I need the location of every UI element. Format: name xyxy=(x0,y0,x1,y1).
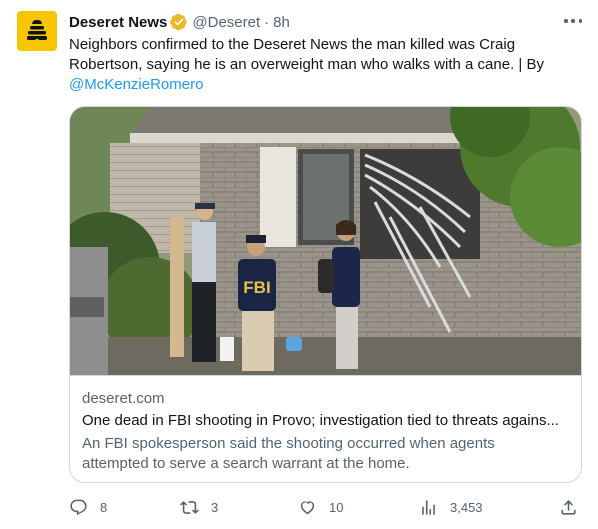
author-handle[interactable]: @Deseret xyxy=(192,14,260,31)
tweet-text-body: Neighbors confirmed to the Deseret News … xyxy=(69,36,544,73)
more-icon[interactable] xyxy=(562,12,584,30)
share-icon xyxy=(561,499,576,515)
heart-icon xyxy=(300,500,315,514)
retweet-count: 3 xyxy=(211,499,219,515)
views-button[interactable]: 3,453 xyxy=(419,495,483,519)
separator-dot: · xyxy=(264,13,270,31)
views-chart-icon xyxy=(422,499,435,515)
reply-icon xyxy=(70,499,87,515)
share-button[interactable] xyxy=(559,495,578,519)
tweet[interactable]: Deseret News @Deseret · 8h Neighbors con… xyxy=(0,0,598,529)
avatar[interactable] xyxy=(17,11,57,51)
beehive-logo xyxy=(27,20,47,40)
like-button[interactable]: 10 xyxy=(298,495,343,519)
card-info[interactable]: deseret.com One dead in FBI shooting in … xyxy=(70,375,581,482)
reply-button[interactable]: 8 xyxy=(69,495,107,519)
card-photo[interactable]: FBI xyxy=(70,107,581,375)
like-count: 10 xyxy=(329,499,344,515)
tweet-header: Deseret News @Deseret · 8h xyxy=(69,12,569,32)
card-description: An FBI spokesperson said the shooting oc… xyxy=(82,435,495,472)
verified-badge-icon[interactable] xyxy=(170,13,188,31)
action-bar: 8 3 10 3,453 xyxy=(69,495,582,519)
author-mention-link[interactable]: @McKenzieRomero xyxy=(69,76,203,93)
tweet-timestamp[interactable]: 8h xyxy=(273,14,290,31)
retweet-icon xyxy=(180,500,199,514)
link-card[interactable]: FBI deseret.com One dead in FBI shooting… xyxy=(69,106,582,483)
card-title[interactable]: One dead in FBI shooting in Provo; inves… xyxy=(82,412,572,429)
photo-vest-text: FBI xyxy=(243,278,270,297)
author-name[interactable]: Deseret News xyxy=(69,14,167,31)
card-domain: deseret.com xyxy=(82,390,165,407)
views-count: 3,453 xyxy=(450,499,483,515)
retweet-button[interactable]: 3 xyxy=(180,495,218,519)
reply-count: 8 xyxy=(100,499,108,515)
tweet-text: Neighbors confirmed to the Deseret News … xyxy=(69,35,579,95)
